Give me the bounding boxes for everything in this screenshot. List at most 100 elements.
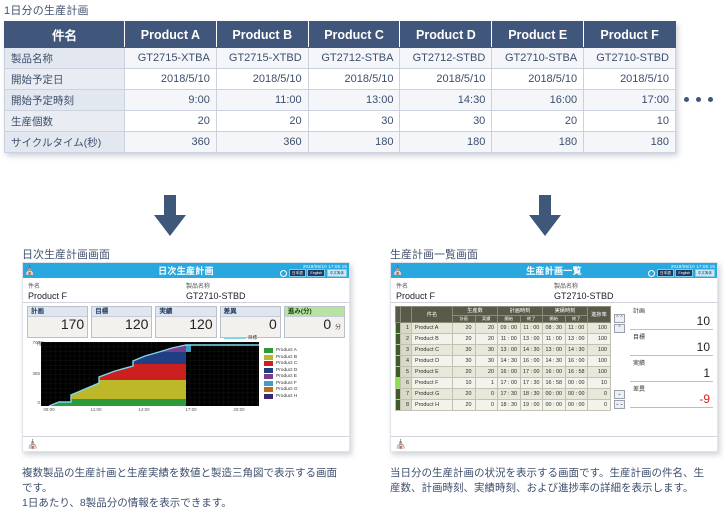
cell: GT2712-STBD	[399, 47, 493, 69]
legend-item: Product C	[264, 361, 298, 366]
row-actual-start: 11 : 00	[542, 333, 566, 345]
cell: 360	[215, 131, 309, 153]
scroll-down-button[interactable]: ⌄	[614, 390, 625, 399]
row-index: 6	[400, 377, 412, 389]
row-label: サイクルタイム(秒)	[4, 131, 125, 153]
cell: 20	[491, 110, 585, 132]
row-index: 7	[400, 388, 412, 400]
cell: 2018/5/10	[583, 68, 676, 90]
lang-en-button[interactable]: English	[675, 269, 694, 278]
row-actual-start: 14 : 30	[542, 355, 566, 367]
legend-label-h: Product H	[276, 393, 298, 399]
scroll-top-button[interactable]: ⌃⌃	[614, 314, 625, 323]
row-actual-start: 13 : 00	[542, 344, 566, 356]
row-actual-end: 00 : 00	[564, 377, 588, 389]
left-name-field: 件名 Product F	[28, 281, 186, 301]
table-row[interactable]: 7 Product G 20 0 17 : 30 18 : 30 00 : 00…	[395, 388, 611, 400]
globe-icon	[647, 269, 655, 277]
row-plan-end: 17 : 00	[519, 366, 543, 378]
ellipsis-dot	[708, 97, 713, 102]
row-plan-qty: 30	[452, 344, 476, 356]
legend-item: Product A	[264, 348, 298, 353]
left-name-label: 件名	[28, 284, 41, 290]
right-name-value: Product F	[396, 291, 436, 301]
right-kpi-diff: 差異 -9	[630, 384, 713, 408]
row-name: Product E	[411, 366, 453, 378]
lang-ja-button[interactable]: 日本語	[289, 269, 306, 278]
language-switcher[interactable]: 日本語 English 中文简体	[647, 269, 715, 278]
table-row[interactable]: 2 Product B 20 20 11 : 00 13 : 00 11 : 0…	[395, 333, 611, 345]
down-arrow-right	[528, 195, 562, 237]
table-row[interactable]: 5 Product E 20 20 16 : 00 17 : 00 16 : 0…	[395, 366, 611, 378]
cell: GT2710-STBD	[583, 47, 676, 69]
table-group-header-row: 件名 生産数 計画時刻 実績時刻 進捗率	[395, 306, 611, 323]
x-tick-4: 20:00	[233, 407, 245, 412]
row-index: 2	[400, 333, 412, 345]
cell: 2018/5/10	[399, 68, 493, 90]
row-name: Product G	[411, 388, 453, 400]
table-row[interactable]: 1 Product A 20 20 09 : 00 11 : 00 08 : 3…	[395, 322, 611, 334]
row-plan-end: 13 : 00	[519, 333, 543, 345]
table-row[interactable]: 3 Product C 30 30 13 : 00 14 : 30 13 : 0…	[395, 344, 611, 356]
right-kpi-plan-value: 10	[696, 314, 710, 328]
progress-col-header: 進捗率	[587, 306, 611, 323]
right-kpi-actual-label: 実績	[633, 361, 646, 367]
home-icon[interactable]: ⛪	[27, 439, 38, 450]
left-product-field: 製品名称 GT2710-STBD	[186, 281, 344, 301]
right-screen-header: ⛪ 生産計画一覧 2018/05/10 17:05:15 日本語 English…	[391, 263, 717, 278]
lang-ja-button[interactable]: 日本語	[657, 269, 674, 278]
daily-plan-table: 件名 Product A Product B Product C Product…	[4, 21, 676, 153]
table-row[interactable]: 6 Product F 10 1 17 : 00 17 : 30 16 : 58…	[395, 377, 611, 389]
legend-swatch-e	[264, 374, 273, 379]
table-row[interactable]: 4 Product D 30 30 14 : 30 16 : 00 14 : 3…	[395, 355, 611, 367]
row-progress: 0	[587, 388, 611, 400]
cell: GT2710-STBA	[491, 47, 585, 69]
cell: 180	[307, 131, 401, 153]
scroll-controls[interactable]: ⌃⌃ ⌃ ⌄ ⌄⌄	[614, 306, 625, 411]
right-product-label: 製品名称	[554, 284, 579, 290]
legend-label-e: Product E	[276, 374, 298, 379]
home-icon[interactable]: ⛪	[395, 439, 406, 450]
x-tick-0: 08:00	[43, 407, 55, 412]
legend-swatch-g	[264, 387, 273, 392]
row-index: 1	[400, 322, 412, 334]
kpi-ahead-value: 0 分	[285, 317, 344, 337]
left-screen-header: ⛪ 日次生産計画 2018/05/10 17:05:15 日本語 English…	[23, 263, 349, 278]
language-switcher[interactable]: 日本語 English 中文简体	[279, 269, 347, 278]
legend-item: Product B	[264, 354, 298, 360]
table-row[interactable]: 8 Product H 20 0 18 : 30 19 : 00 00 : 00…	[395, 399, 611, 411]
left-screen-footer: ⛪	[23, 436, 349, 451]
row-plan-start: 11 : 00	[497, 333, 521, 345]
right-screen-footer: ⛪	[391, 436, 717, 451]
cell: 2018/5/10	[124, 68, 217, 90]
lang-zh-button[interactable]: 中文简体	[326, 269, 347, 278]
timestamp: 2018/05/10 17:05:15	[302, 263, 347, 269]
left-name-value: Product F	[28, 291, 68, 301]
row-index: 5	[400, 366, 412, 378]
timestamp: 2018/05/10 17:05:15	[670, 263, 715, 269]
left-device-screen[interactable]: ⛪ 日次生産計画 2018/05/10 17:05:15 日本語 English…	[22, 262, 350, 452]
lang-zh-button[interactable]: 中文简体	[694, 269, 715, 278]
table-row: サイクルタイム(秒) 360 360 180 180 180 180	[4, 131, 676, 153]
scroll-bottom-button[interactable]: ⌄⌄	[614, 400, 625, 409]
cell: 30	[307, 110, 401, 132]
legend-label-a: Product A	[276, 348, 297, 353]
table-row: 開始予定時刻 9:00 11:00 13:00 14:30 16:00 17:0…	[4, 89, 676, 111]
right-kpi-diff-value: -9	[699, 392, 710, 406]
right-name-field: 件名 Product F	[396, 281, 554, 301]
left-info-bar: 件名 Product F 製品名称 GT2710-STBD	[23, 278, 349, 303]
right-info-bar: 件名 Product F 製品名称 GT2710-STBD	[391, 278, 717, 303]
lang-en-button[interactable]: English	[307, 269, 326, 278]
plan-time-group-header: 計画時刻	[497, 306, 543, 316]
legend-swatch-a	[264, 348, 273, 353]
row-index: 3	[400, 344, 412, 356]
row-index: 4	[400, 355, 412, 367]
row-actual-end: 11 : 00	[564, 322, 588, 334]
scroll-up-button[interactable]: ⌃	[614, 324, 625, 333]
row-actual-qty: 30	[474, 355, 498, 367]
y-tick-bottom: 0	[37, 400, 40, 405]
plan-list-table[interactable]: 件名 生産数 計画時刻 実績時刻 進捗率 計画 実績 開始 終了 開始 終了 1…	[395, 306, 611, 411]
right-device-screen[interactable]: ⛪ 生産計画一覧 2018/05/10 17:05:15 日本語 English…	[390, 262, 718, 452]
row-actual-end: 13 : 00	[564, 333, 588, 345]
kpi-diff: 差異 0	[219, 306, 281, 338]
